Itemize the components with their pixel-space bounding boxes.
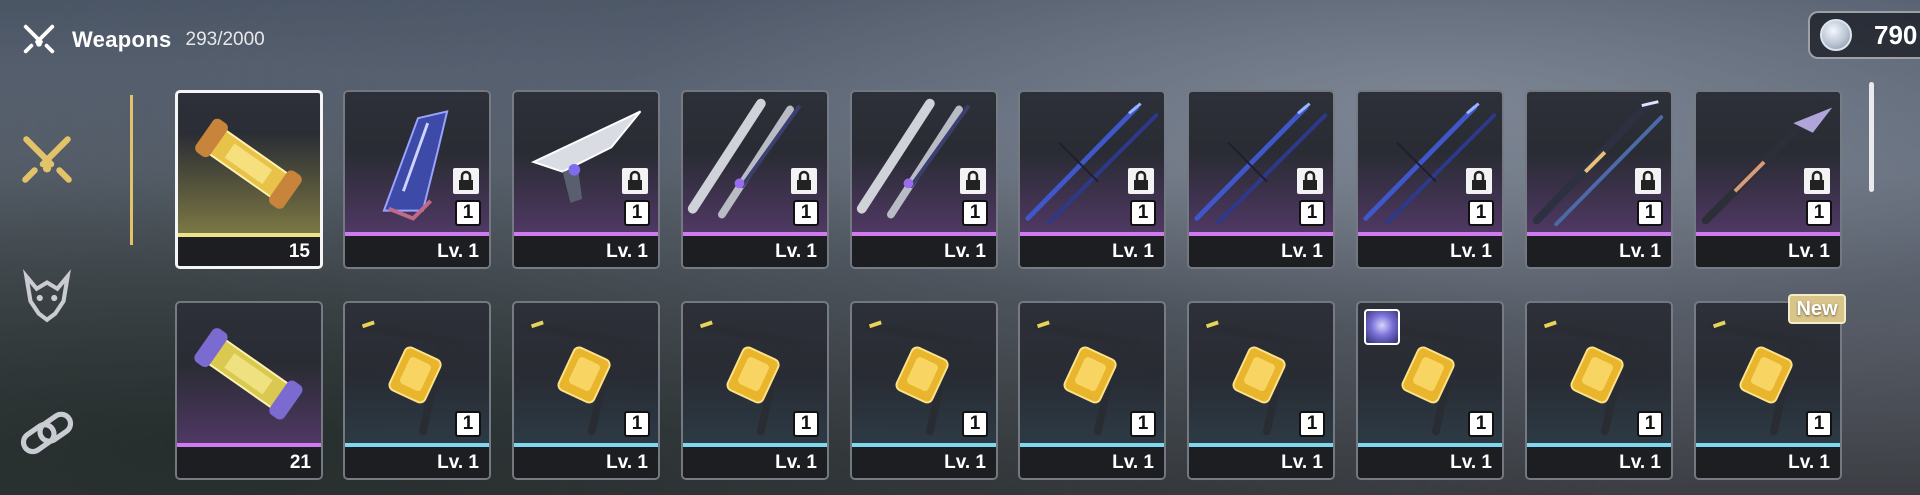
weapon-card[interactable]: 1 Lv. 1: [1018, 301, 1166, 480]
lock-icon[interactable]: [791, 168, 817, 194]
rank-badge: 1: [1130, 411, 1156, 437]
weapon-level: Lv. 1: [514, 447, 658, 478]
item-quantity: 15: [178, 237, 320, 266]
demon-mask-icon: [23, 269, 71, 323]
weapon-card[interactable]: 1 Lv. 1: [1525, 301, 1673, 480]
weapon-level: Lv. 1: [1020, 236, 1164, 267]
weapon-card[interactable]: 1 Lv. 1: [1018, 90, 1166, 269]
lock-icon[interactable]: [1128, 168, 1154, 194]
inventory-header: Weapons 293/2000: [20, 20, 265, 60]
rank-badge: 1: [962, 200, 988, 226]
weapon-level: Lv. 1: [1527, 447, 1671, 478]
weapon-level: Lv. 1: [345, 236, 489, 267]
silver-coin-icon: [1820, 19, 1852, 51]
weapon-card[interactable]: 1 Lv. 1: [512, 301, 660, 480]
rank-badge: 1: [1806, 411, 1832, 437]
weapon-level: Lv. 1: [1696, 447, 1840, 478]
material-card[interactable]: 21: [175, 301, 323, 480]
weapon-card[interactable]: 1 Lv. 1: [1187, 90, 1335, 269]
weapon-card[interactable]: 1 Lv. 1: [1525, 90, 1673, 269]
rank-badge: 1: [793, 200, 819, 226]
weapon-level: Lv. 1: [1696, 236, 1840, 267]
rank-badge: 1: [1806, 200, 1832, 226]
weapon-level: Lv. 1: [345, 447, 489, 478]
inventory-scrollbar[interactable]: [1869, 82, 1874, 192]
item-quantity: 21: [177, 447, 321, 478]
weapon-level: Lv. 1: [1189, 236, 1333, 267]
rank-badge: 1: [1637, 200, 1663, 226]
weapon-card[interactable]: 1 Lv. 1: [681, 301, 829, 480]
weapon-card[interactable]: 1 Lv. 1: [343, 301, 491, 480]
currency-display[interactable]: 790: [1808, 11, 1920, 59]
inventory-count: 293/2000: [185, 29, 265, 50]
page-title: Weapons: [72, 27, 172, 52]
rank-badge: 1: [962, 411, 988, 437]
lock-icon[interactable]: [1466, 168, 1492, 194]
weapon-card[interactable]: 1 Lv. 1: [681, 90, 829, 269]
weapon-level: Lv. 1: [514, 236, 658, 267]
rank-badge: 1: [1468, 411, 1494, 437]
weapon-level: Lv. 1: [1358, 447, 1502, 478]
weapon-card[interactable]: 1 Lv. 1: [1694, 301, 1842, 480]
weapon-card[interactable]: 1 Lv. 1: [1356, 301, 1504, 480]
rank-badge: 1: [1299, 411, 1325, 437]
tab-relics[interactable]: [12, 400, 82, 470]
tab-matrices[interactable]: [12, 262, 82, 332]
material-card[interactable]: 15: [175, 90, 323, 269]
weapon-level: Lv. 1: [852, 236, 996, 267]
rank-badge: 1: [1299, 200, 1325, 226]
weapon-level: Lv. 1: [683, 236, 827, 267]
rank-badge: 1: [793, 411, 819, 437]
inventory-grid: 15 1 Lv. 1 1 Lv. 1 1 Lv. 1 1 Lv. 1 1 Lv. 1 1 Lv. 1 1 L…: [175, 90, 1850, 490]
weapon-level: Lv. 1: [1527, 236, 1671, 267]
equipped-avatar-icon: [1364, 309, 1400, 345]
purple-capsule-icon: [177, 303, 321, 443]
rank-badge: 1: [455, 411, 481, 437]
weapon-level: Lv. 1: [852, 447, 996, 478]
crossed-swords-icon: [23, 24, 55, 54]
rank-badge: 1: [624, 411, 650, 437]
rank-badge: 1: [1468, 200, 1494, 226]
gold-capsule-icon: [178, 93, 320, 233]
weapon-card[interactable]: 1 Lv. 1: [512, 90, 660, 269]
weapon-card[interactable]: 1 Lv. 1: [850, 301, 998, 480]
weapon-card[interactable]: 1 Lv. 1: [1356, 90, 1504, 269]
rank-badge: 1: [455, 200, 481, 226]
tab-weapons[interactable]: [12, 125, 82, 195]
chain-link-icon: [20, 411, 74, 455]
lock-icon[interactable]: [1635, 168, 1661, 194]
rank-badge: 1: [1130, 200, 1156, 226]
lock-icon[interactable]: [622, 168, 648, 194]
weapon-level: Lv. 1: [683, 447, 827, 478]
weapon-card[interactable]: 1 Lv. 1: [850, 90, 998, 269]
new-badge: New: [1788, 294, 1846, 324]
weapon-level: Lv. 1: [1020, 447, 1164, 478]
crossed-swords-icon: [22, 136, 72, 183]
lock-icon[interactable]: [960, 168, 986, 194]
currency-value: 790: [1874, 19, 1918, 50]
active-tab-indicator: [130, 95, 133, 245]
weapon-card[interactable]: 1 Lv. 1: [343, 90, 491, 269]
weapon-level: Lv. 1: [1358, 236, 1502, 267]
rank-badge: 1: [624, 200, 650, 226]
lock-icon[interactable]: [453, 168, 479, 194]
lock-icon[interactable]: [1804, 168, 1830, 194]
weapon-card[interactable]: 1 Lv. 1: [1694, 90, 1842, 269]
lock-icon[interactable]: [1297, 168, 1323, 194]
rank-badge: 1: [1637, 411, 1663, 437]
weapon-card[interactable]: 1 Lv. 1: [1187, 301, 1335, 480]
weapon-level: Lv. 1: [1189, 447, 1333, 478]
